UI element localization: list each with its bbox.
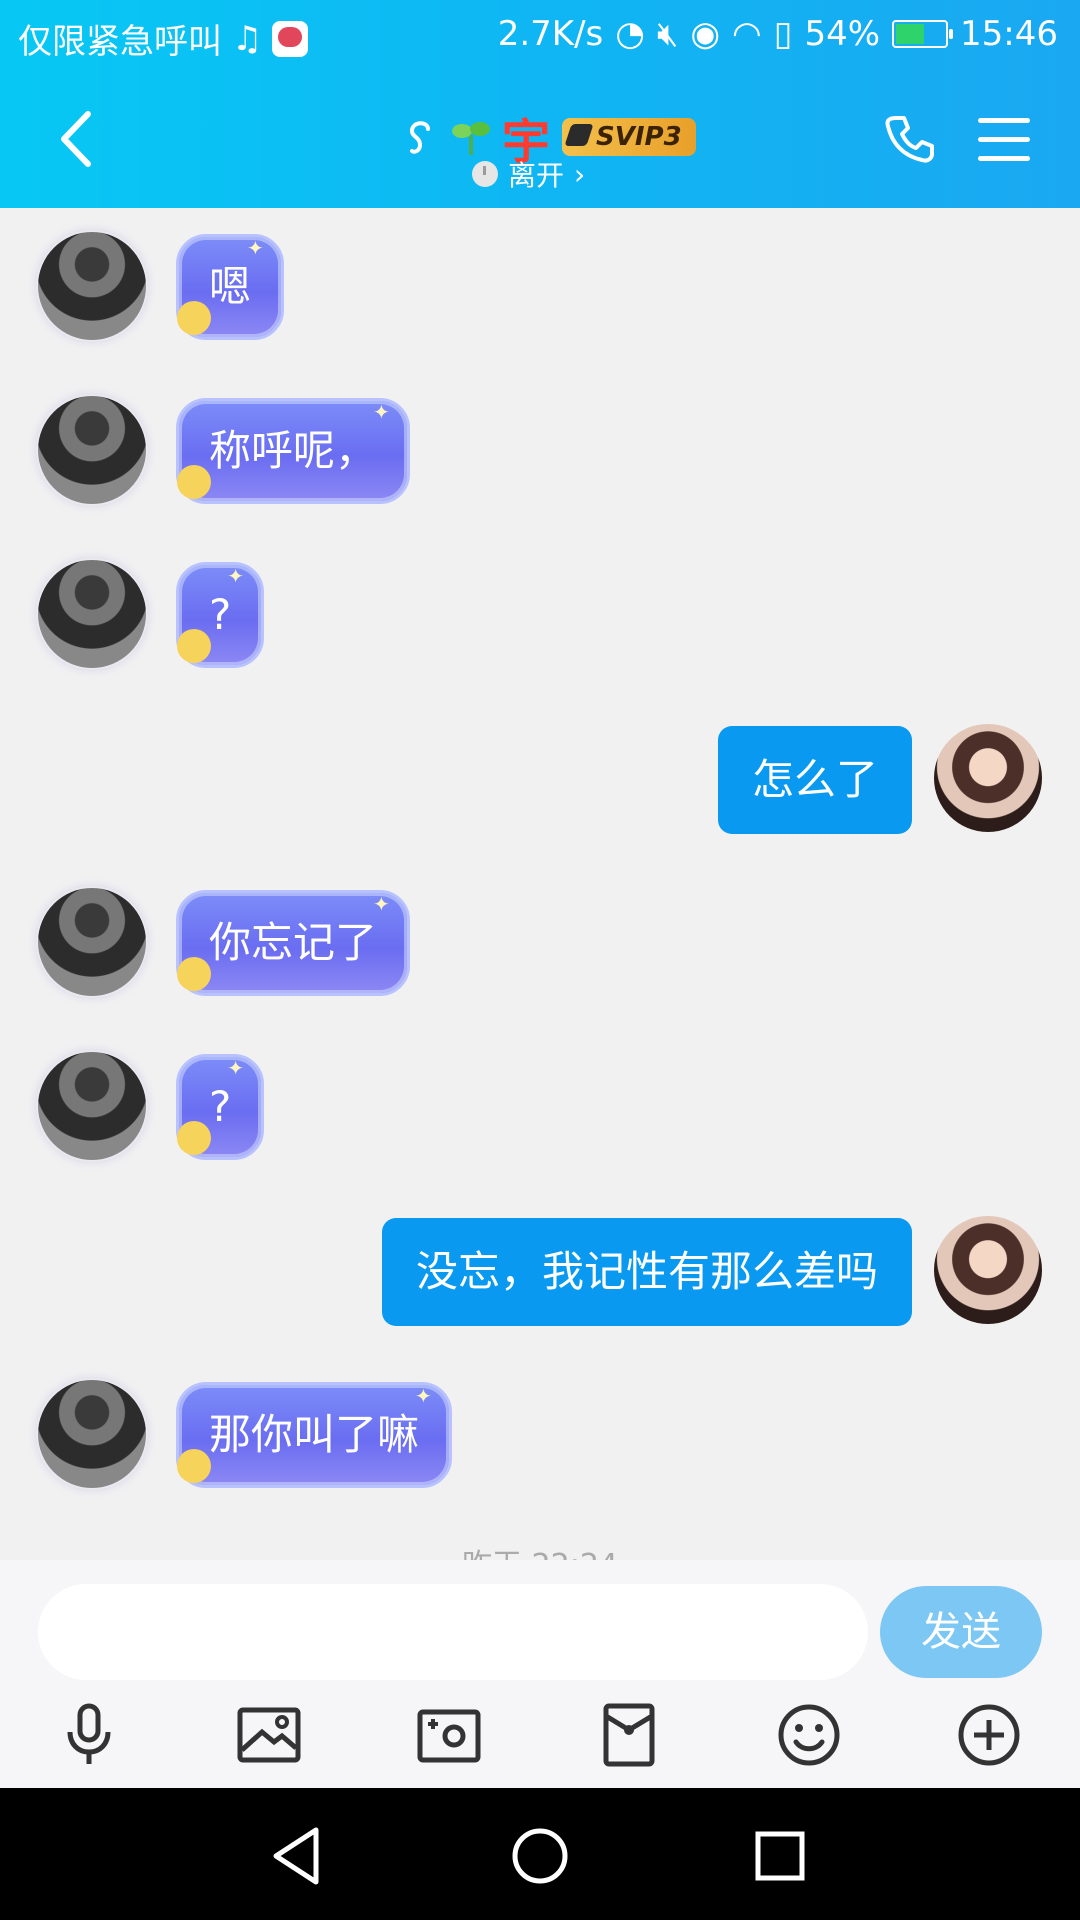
eye-icon: ◉ xyxy=(690,14,721,54)
input-bar: 发送 xyxy=(0,1560,1080,1788)
message-text: 你忘记了 xyxy=(209,918,378,967)
message-bubble-left[interactable]: 嗯 ✦ xyxy=(176,234,285,340)
chevron-right-icon: › xyxy=(574,157,586,191)
net-speed: 2.7K/s xyxy=(497,14,604,54)
battery-percent: 54% xyxy=(804,14,881,54)
star-decoration-icon: ✦ xyxy=(247,236,264,260)
contact-avatar[interactable] xyxy=(38,1380,146,1488)
message-row: 没忘，我记性有那么差吗 xyxy=(0,1216,1080,1326)
toolbar xyxy=(0,1700,1080,1780)
contact-avatar[interactable] xyxy=(38,1052,146,1160)
message-bubble-left[interactable]: 称呼呢， ✦ xyxy=(176,398,411,504)
star-decoration-icon: ✦ xyxy=(373,892,390,916)
message-row: 你忘记了 ✦ xyxy=(0,888,1080,998)
contact-avatar[interactable] xyxy=(38,560,146,668)
chat-area[interactable]: 嗯 ✦ 称呼呢， ✦ ? ✦ 怎么了 你忘记了 ✦ ? ✦ 没忘，我记性有那么差… xyxy=(0,208,1080,1560)
status-bar: 仅限紧急呼叫 ♫ 2.7K/s ◔ 🔇︎ ◉ ◠ ▯ 54% 15:46 xyxy=(0,0,1080,74)
moon-decoration-icon xyxy=(177,629,211,663)
star-decoration-icon: ✦ xyxy=(415,1384,432,1408)
message-text: 没忘，我记性有那么差吗 xyxy=(415,1247,878,1296)
message-bubble-left[interactable]: 你忘记了 ✦ xyxy=(176,890,411,996)
message-bubble-left[interactable]: ? ✦ xyxy=(176,562,265,668)
self-avatar[interactable] xyxy=(934,724,1042,832)
clock-time: 15:46 xyxy=(960,14,1058,54)
data-icon: ◔ xyxy=(615,14,645,54)
message-row: ? ✦ xyxy=(0,1052,1080,1162)
presence-status[interactable]: 离开 › xyxy=(472,154,585,194)
message-text: ? xyxy=(209,590,232,639)
nav-home-icon[interactable] xyxy=(502,1818,578,1894)
contact-avatar[interactable] xyxy=(38,232,146,340)
message-bubble-left[interactable]: ? ✦ xyxy=(176,1054,265,1160)
nav-recents-icon[interactable] xyxy=(742,1818,818,1894)
contact-avatar[interactable] xyxy=(38,396,146,504)
red-packet-icon[interactable] xyxy=(594,1700,664,1770)
message-row: 称呼呢， ✦ xyxy=(0,396,1080,506)
moon-decoration-icon xyxy=(177,465,211,499)
svip-badge: SVIP3 xyxy=(562,118,696,156)
message-row: 怎么了 xyxy=(0,724,1080,834)
message-input[interactable] xyxy=(38,1584,868,1680)
message-text: 称呼呢， xyxy=(209,426,378,475)
nav-back-icon[interactable] xyxy=(262,1818,338,1894)
clock-icon xyxy=(472,161,498,187)
title-bar: 宇 SVIP3 离开 › xyxy=(0,74,1080,208)
star-decoration-icon: ✦ xyxy=(227,1056,245,1080)
app-notification-icon xyxy=(272,20,309,57)
menu-icon[interactable] xyxy=(978,118,1030,162)
presence-text: 离开 xyxy=(508,159,565,192)
message-row: 那你叫了嘛 ✦ xyxy=(0,1380,1080,1490)
send-button[interactable]: 发送 xyxy=(880,1586,1042,1678)
self-avatar[interactable] xyxy=(934,1216,1042,1324)
battery-icon xyxy=(892,20,954,48)
message-text: 那你叫了嘛 xyxy=(209,1410,420,1459)
message-row: 嗯 ✦ xyxy=(0,232,1080,342)
message-text: ? xyxy=(209,1082,232,1131)
emoji-icon[interactable] xyxy=(774,1700,844,1770)
phone-icon[interactable] xyxy=(882,112,936,166)
carrier-text: 仅限紧急呼叫 xyxy=(18,22,222,62)
sprout-icon xyxy=(452,122,490,155)
mute-icon: 🔇︎ xyxy=(656,14,679,54)
moon-decoration-icon xyxy=(177,957,211,991)
navigation-bar xyxy=(0,1788,1080,1920)
ear-icon xyxy=(409,121,430,154)
moon-decoration-icon xyxy=(177,1121,211,1155)
camera-icon[interactable] xyxy=(414,1700,484,1770)
microphone-icon[interactable] xyxy=(54,1700,124,1770)
message-bubble-right[interactable]: 怎么了 xyxy=(717,726,912,834)
star-decoration-icon: ✦ xyxy=(373,400,390,424)
header: 仅限紧急呼叫 ♫ 2.7K/s ◔ 🔇︎ ◉ ◠ ▯ 54% 15:46 宇 S… xyxy=(0,0,1080,208)
message-row: ? ✦ xyxy=(0,560,1080,670)
moon-decoration-icon xyxy=(177,1449,211,1483)
sim-icon: ▯ xyxy=(773,14,793,54)
timestamp-divider: 昨天 22:24 xyxy=(0,1540,1080,1560)
message-text: 怎么了 xyxy=(751,755,878,804)
message-bubble-right[interactable]: 没忘，我记性有那么差吗 xyxy=(381,1218,912,1326)
back-arrow-icon[interactable] xyxy=(48,104,108,174)
moon-decoration-icon xyxy=(177,301,211,335)
image-icon[interactable] xyxy=(234,1700,304,1770)
message-bubble-left[interactable]: 那你叫了嘛 ✦ xyxy=(176,1382,453,1488)
star-decoration-icon: ✦ xyxy=(227,564,245,588)
message-text: 嗯 xyxy=(209,262,252,311)
plus-icon[interactable] xyxy=(954,1700,1024,1770)
wifi-icon: ◠ xyxy=(732,14,762,54)
music-icon: ♫ xyxy=(232,18,263,59)
contact-avatar[interactable] xyxy=(38,888,146,996)
